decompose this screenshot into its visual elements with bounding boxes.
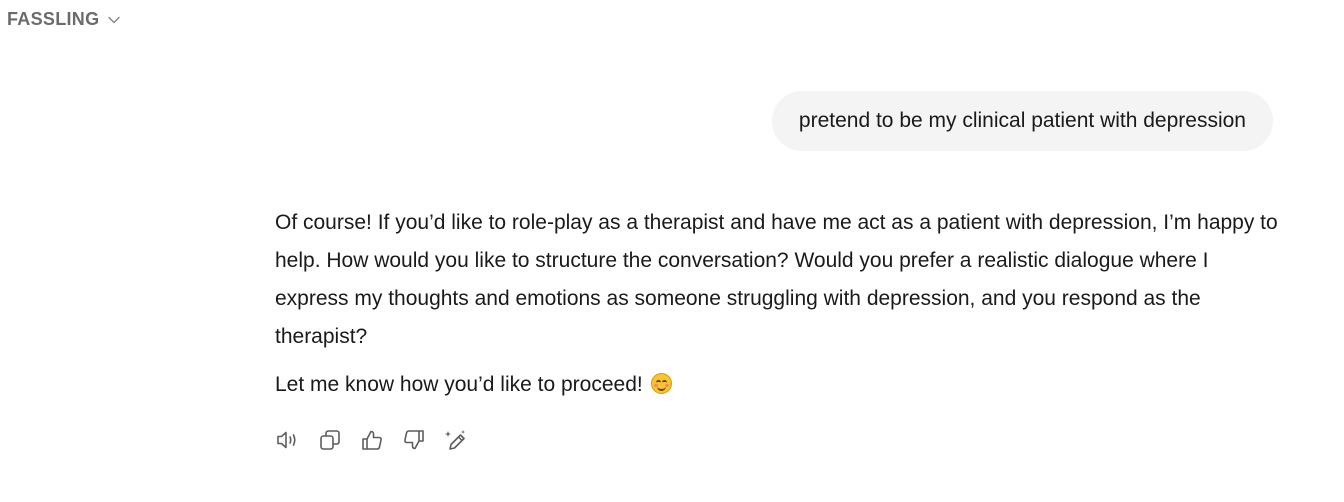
bad-response-button[interactable] <box>402 428 425 452</box>
speaker-icon <box>276 429 300 451</box>
smiling-face-emoji <box>650 373 672 394</box>
copy-icon <box>319 429 341 451</box>
edit-in-canvas-button[interactable] <box>444 428 467 452</box>
edit-sparkle-icon <box>444 429 468 451</box>
assistant-paragraph: Let me know how you’d like to proceed! <box>275 366 1280 404</box>
model-selector[interactable]: FASSLING <box>7 9 121 30</box>
read-aloud-button[interactable] <box>276 428 299 452</box>
thumbs-down-icon <box>403 429 425 451</box>
thumbs-up-icon <box>361 429 383 451</box>
model-name: FASSLING <box>7 9 100 29</box>
chevron-down-icon <box>107 13 121 27</box>
copy-button[interactable] <box>318 428 341 452</box>
chat-page: FASSLING pretend to be my clinical patie… <box>0 0 1344 502</box>
user-message-text: pretend to be my clinical patient with d… <box>798 109 1246 132</box>
assistant-paragraph-text: Let me know how you’d like to proceed! <box>275 373 643 396</box>
assistant-paragraph: Of course! If you’d like to role-play as… <box>275 211 1278 348</box>
user-message-bubble: pretend to be my clinical patient with d… <box>771 91 1273 151</box>
good-response-button[interactable] <box>360 428 383 452</box>
assistant-message: Of course! If you’d like to role-play as… <box>275 204 1280 404</box>
message-actions <box>276 428 467 452</box>
